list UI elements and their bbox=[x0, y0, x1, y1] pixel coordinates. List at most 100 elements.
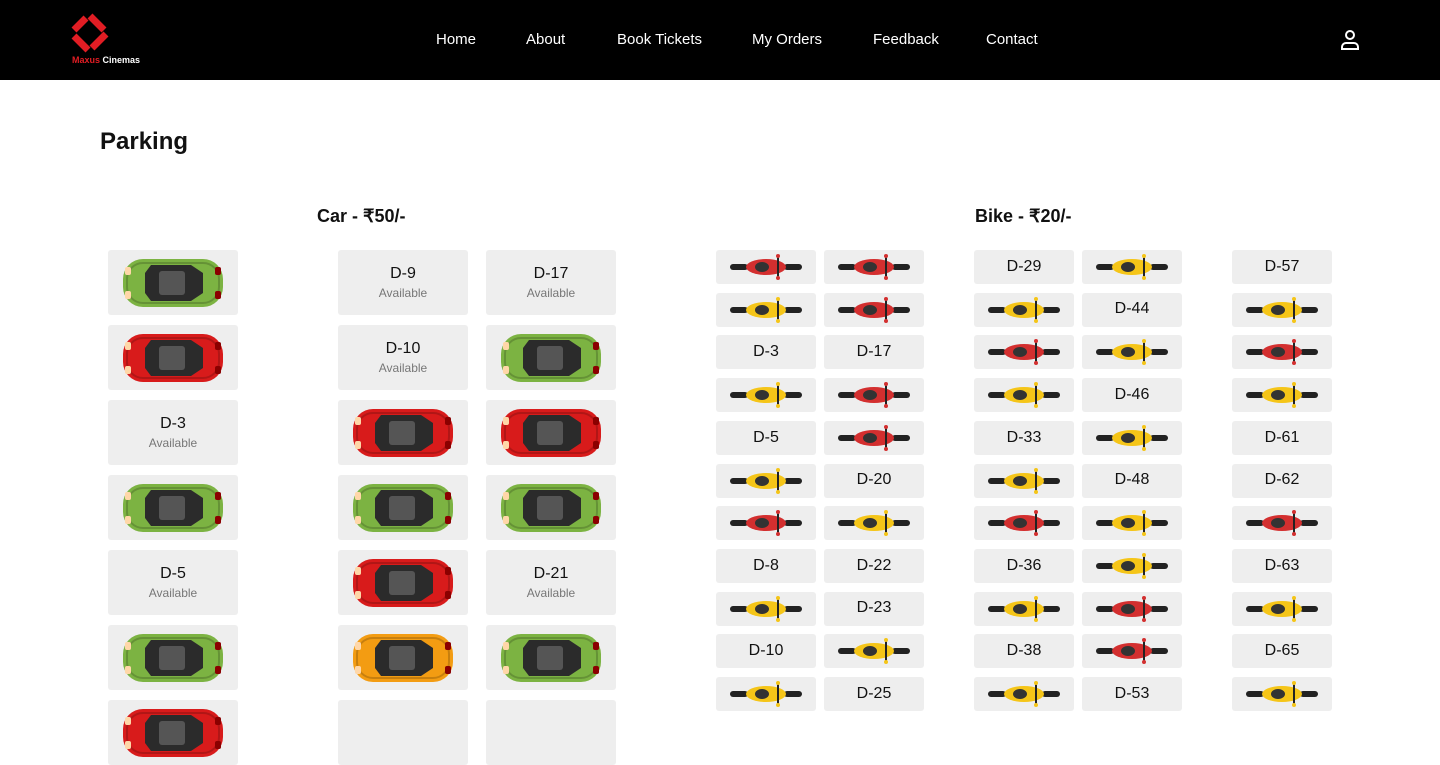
yellow-bike-icon bbox=[986, 680, 1062, 708]
red-car-icon bbox=[499, 405, 603, 461]
bike-slot-occupied[interactable] bbox=[974, 677, 1074, 711]
nav-feedback[interactable]: Feedback bbox=[873, 31, 939, 48]
slot-label: D-5 bbox=[753, 428, 779, 446]
bike-slot-occupied[interactable] bbox=[824, 378, 924, 413]
bike-slot-occupied[interactable] bbox=[716, 463, 816, 498]
car-slot-occupied[interactable] bbox=[486, 325, 616, 390]
nav-about[interactable]: About bbox=[526, 31, 565, 48]
bike-slot-available[interactable]: D-23 bbox=[824, 591, 924, 626]
car-slot-occupied[interactable] bbox=[338, 400, 468, 465]
bike-slot-occupied[interactable] bbox=[1082, 506, 1182, 541]
bike-slot-available[interactable]: D-44 bbox=[1082, 292, 1182, 327]
bike-slot-available[interactable]: D-48 bbox=[1082, 463, 1182, 498]
bike-slot-occupied[interactable] bbox=[824, 420, 924, 455]
bike-slot-occupied[interactable] bbox=[716, 378, 816, 413]
yellow-bike-icon bbox=[1244, 680, 1320, 708]
bike-slot-available[interactable]: D-29 bbox=[974, 250, 1074, 284]
bike-slot-occupied[interactable] bbox=[716, 591, 816, 626]
slot-status: Available bbox=[526, 286, 576, 301]
bike-slot-occupied[interactable] bbox=[974, 463, 1074, 498]
bike-slot-occupied[interactable] bbox=[716, 292, 816, 327]
car-slot-available[interactable] bbox=[338, 700, 468, 765]
bike-slot-occupied[interactable] bbox=[1082, 250, 1182, 284]
car-slot-occupied[interactable] bbox=[108, 700, 238, 765]
nav-contact[interactable]: Contact bbox=[986, 31, 1038, 48]
car-slot-occupied[interactable] bbox=[108, 625, 238, 690]
car-slot-occupied[interactable] bbox=[338, 475, 468, 540]
bike-slot-available[interactable]: D-8 bbox=[716, 548, 816, 583]
bike-slot-available[interactable]: D-17 bbox=[824, 335, 924, 370]
bike-slot-occupied[interactable] bbox=[716, 506, 816, 541]
bike-slot-available[interactable]: D-3 bbox=[716, 335, 816, 370]
bike-slot-occupied[interactable] bbox=[1232, 506, 1332, 541]
yellow-bike-icon bbox=[986, 467, 1062, 495]
bike-slot-available[interactable]: D-65 bbox=[1232, 634, 1332, 669]
bike-slot-occupied[interactable] bbox=[1082, 420, 1182, 455]
bike-slot-occupied[interactable] bbox=[824, 292, 924, 327]
slot-status: Available bbox=[148, 586, 198, 601]
bike-slot-available[interactable]: D-62 bbox=[1232, 463, 1332, 498]
slot-label: D-63 bbox=[1264, 556, 1300, 574]
slot-status: Available bbox=[148, 436, 198, 451]
bike-slot-occupied[interactable] bbox=[1232, 378, 1332, 413]
bike-slot-occupied[interactable] bbox=[824, 250, 924, 284]
bike-slot-occupied[interactable] bbox=[974, 506, 1074, 541]
nav-home[interactable]: Home bbox=[436, 31, 476, 48]
bike-slot-occupied[interactable] bbox=[1232, 677, 1332, 711]
bike-slot-occupied[interactable] bbox=[1232, 335, 1332, 370]
red-bike-icon bbox=[1244, 338, 1320, 366]
bike-slot-available[interactable]: D-57 bbox=[1232, 250, 1332, 284]
bike-slot-available[interactable]: D-5 bbox=[716, 420, 816, 455]
bike-slot-occupied[interactable] bbox=[974, 335, 1074, 370]
nav-book-tickets[interactable]: Book Tickets bbox=[617, 31, 702, 48]
bike-slot-occupied[interactable] bbox=[824, 506, 924, 541]
bike-slot-available[interactable]: D-20 bbox=[824, 463, 924, 498]
car-slot-occupied[interactable] bbox=[108, 475, 238, 540]
bike-slot-occupied[interactable] bbox=[1232, 292, 1332, 327]
user-profile-icon[interactable] bbox=[1338, 28, 1362, 52]
slot-label: D-17 bbox=[533, 264, 569, 282]
bike-slot-occupied[interactable] bbox=[974, 292, 1074, 327]
bike-slot-occupied[interactable] bbox=[1082, 335, 1182, 370]
bike-slot-occupied[interactable] bbox=[1082, 634, 1182, 669]
car-slot-occupied[interactable] bbox=[486, 475, 616, 540]
car-slot-available[interactable] bbox=[486, 700, 616, 765]
red-bike-icon bbox=[836, 424, 912, 452]
bike-slot-occupied[interactable] bbox=[1082, 548, 1182, 583]
bike-slot-occupied[interactable] bbox=[824, 634, 924, 669]
bike-slot-occupied[interactable] bbox=[974, 591, 1074, 626]
yellow-bike-icon bbox=[1094, 424, 1170, 452]
bike-slot-available[interactable]: D-38 bbox=[974, 634, 1074, 669]
car-slot-occupied[interactable] bbox=[338, 625, 468, 690]
car-slot-available[interactable]: D-21 Available bbox=[486, 550, 616, 615]
bike-slot-available[interactable]: D-10 bbox=[716, 634, 816, 669]
bike-slot-occupied[interactable] bbox=[716, 677, 816, 711]
car-slot-available[interactable]: D-9 Available bbox=[338, 250, 468, 315]
bike-slot-available[interactable]: D-63 bbox=[1232, 548, 1332, 583]
red-bike-icon bbox=[728, 253, 804, 281]
car-slot-available[interactable]: D-5 Available bbox=[108, 550, 238, 615]
bike-slot-occupied[interactable] bbox=[1232, 591, 1332, 626]
car-slot-occupied[interactable] bbox=[108, 250, 238, 315]
bike-slot-available[interactable]: D-25 bbox=[824, 677, 924, 711]
bike-slot-available[interactable]: D-33 bbox=[974, 420, 1074, 455]
bike-slot-available[interactable]: D-53 bbox=[1082, 677, 1182, 711]
bike-slot-occupied[interactable] bbox=[974, 378, 1074, 413]
car-slot-occupied[interactable] bbox=[486, 400, 616, 465]
car-slot-occupied[interactable] bbox=[486, 625, 616, 690]
yellow-bike-icon bbox=[1094, 253, 1170, 281]
car-slot-available[interactable]: D-3 Available bbox=[108, 400, 238, 465]
car-slot-occupied[interactable] bbox=[338, 550, 468, 615]
bike-slot-available[interactable]: D-61 bbox=[1232, 420, 1332, 455]
car-slot-occupied[interactable] bbox=[108, 325, 238, 390]
car-slot-available[interactable]: D-10 Available bbox=[338, 325, 468, 390]
nav-my-orders[interactable]: My Orders bbox=[752, 31, 822, 48]
bike-slot-occupied[interactable] bbox=[1082, 591, 1182, 626]
car-slot-available[interactable]: D-17 Available bbox=[486, 250, 616, 315]
bike-slot-available[interactable]: D-36 bbox=[974, 548, 1074, 583]
bike-slot-occupied[interactable] bbox=[716, 250, 816, 284]
bike-slot-available[interactable]: D-46 bbox=[1082, 378, 1182, 413]
yellow-bike-icon bbox=[728, 680, 804, 708]
bike-slot-available[interactable]: D-22 bbox=[824, 548, 924, 583]
slot-label: D-53 bbox=[1114, 684, 1150, 702]
